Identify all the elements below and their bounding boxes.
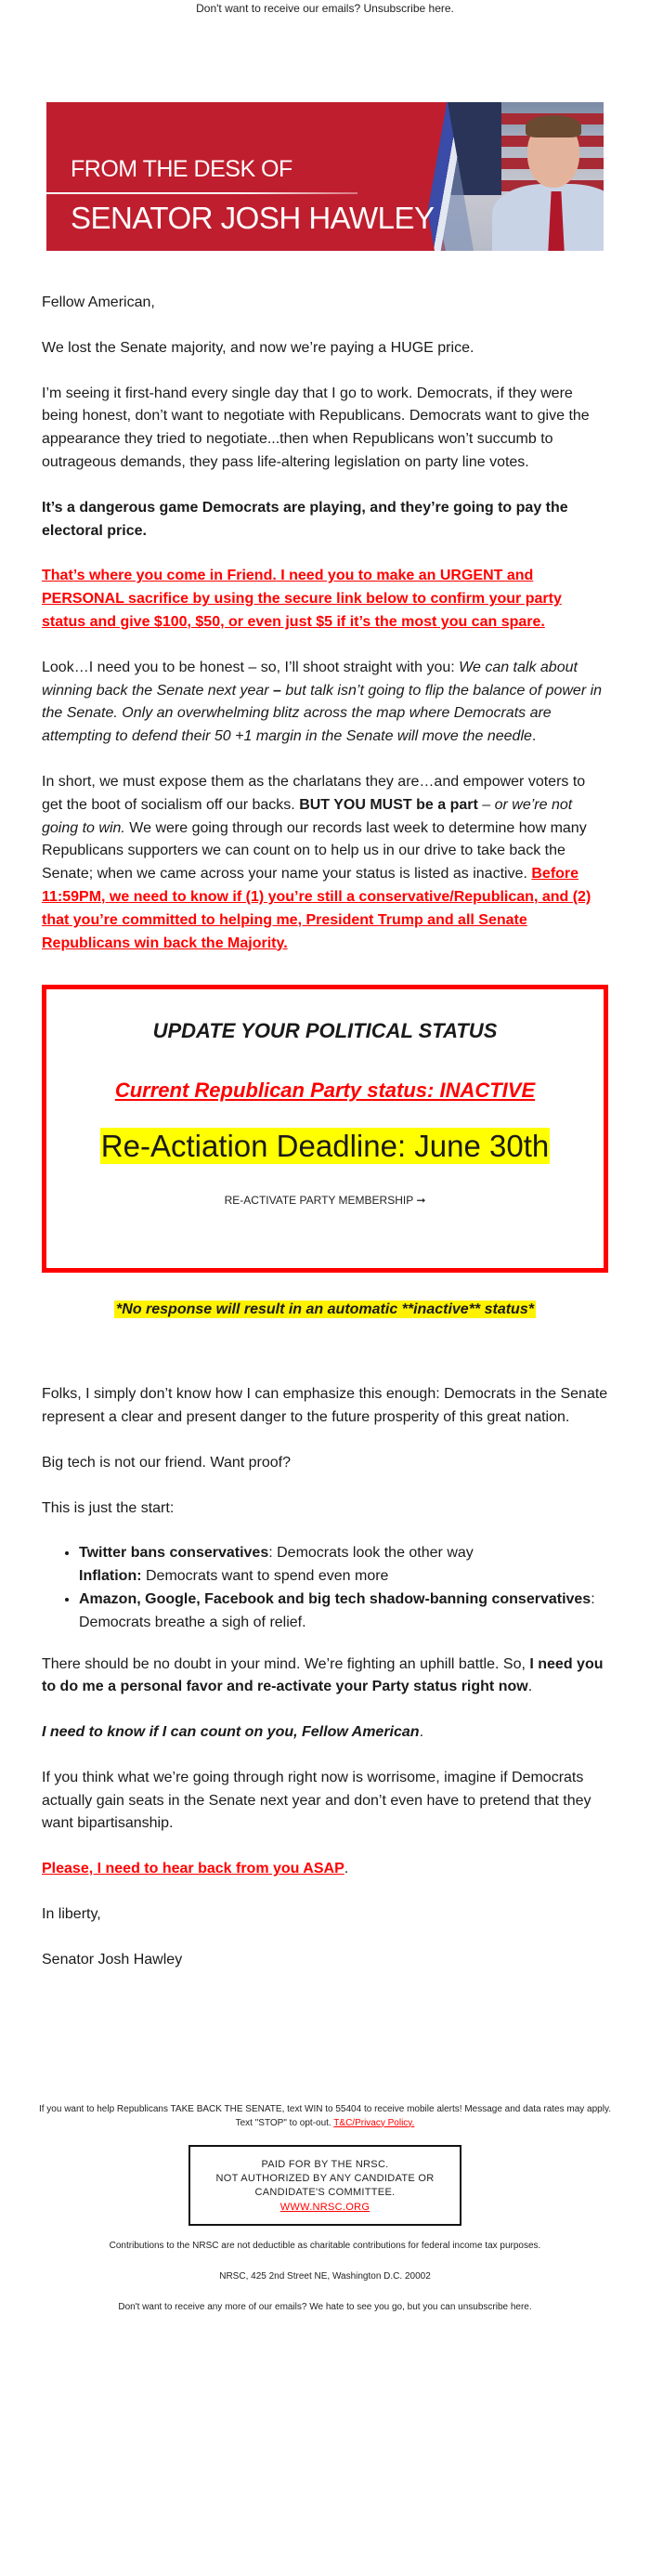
paragraph: We lost the Senate majority, and now we’… — [42, 339, 474, 356]
paragraph: I’m seeing it first-hand every single da… — [42, 385, 590, 470]
greeting: Fellow American, — [42, 294, 155, 310]
paragraph: In short, we must expose them as the cha… — [42, 771, 608, 955]
donate-link[interactable]: That’s where you come in Friend. I need … — [42, 568, 562, 630]
letter-body: Fellow American, We lost the Senate majo… — [0, 292, 650, 1972]
list-item: Twitter bans conservatives: Democrats lo… — [79, 1542, 608, 1589]
banner-line2: SENATOR JOSH HAWLEY — [71, 201, 435, 235]
paid-line: CANDIDATE'S COMMITTEE. — [254, 2187, 396, 2199]
paragraph: There should be no doubt in your mind. W… — [42, 1654, 608, 1700]
header-banner: FROM THE DESK OF SENATOR JOSH HAWLEY — [46, 102, 604, 251]
header-banner-wrap: FROM THE DESK OF SENATOR JOSH HAWLEY — [0, 102, 650, 251]
banner-line1: FROM THE DESK OF — [71, 156, 292, 182]
sms-text: If you want to help Republicans TAKE BAC… — [38, 2103, 612, 2128]
current-status-link[interactable]: Current Republican Party status: INACTIV… — [115, 1075, 535, 1106]
portrait-hair — [526, 115, 581, 137]
top-unsubscribe-link[interactable]: Don't want to receive our emails? Unsubs… — [196, 2, 454, 15]
bullet-bold: Inflation: — [79, 1568, 142, 1585]
status-heading: UPDATE YOUR POLITICAL STATUS — [152, 1019, 498, 1043]
privacy-link[interactable]: T&C/Privacy Policy. — [333, 2118, 414, 2128]
text: . — [531, 728, 537, 745]
status-box: UPDATE YOUR POLITICAL STATUS Current Rep… — [42, 985, 608, 1274]
paragraph-bold: It’s a dangerous game Democrats are play… — [42, 499, 568, 539]
text: . — [419, 1724, 424, 1741]
footer-unsubscribe: Don't want to receive any more of our em… — [0, 2300, 650, 2314]
bullet-bold: Twitter bans conservatives — [79, 1545, 269, 1562]
paragraph: If you think what we’re going through ri… — [42, 1769, 592, 1832]
banner-divider — [46, 192, 358, 194]
text-bold: BUT YOU MUST be a part — [299, 796, 478, 813]
closing: In liberty, — [42, 1906, 101, 1923]
text: There should be no doubt in your mind. W… — [42, 1655, 530, 1672]
address: NRSC, 425 2nd Street NE, Washington D.C.… — [219, 2271, 431, 2282]
paragraph: Big tech is not our friend. Want proof? — [42, 1454, 291, 1471]
deadline-highlight: Re-Actiation Deadline: June 30th — [99, 1127, 551, 1165]
top-unsubscribe: Don't want to receive our emails? Unsubs… — [0, 0, 650, 19]
paid-line: NOT AUTHORIZED BY ANY CANDIDATE OR — [215, 2173, 435, 2185]
paragraph-link: That’s where you come in Friend. I need … — [42, 565, 608, 634]
sms-note: If you want to help Republicans TAKE BAC… — [0, 2102, 650, 2130]
text: . — [527, 1679, 533, 1695]
list-item: Amazon, Google, Facebook and big tech sh… — [79, 1589, 608, 1635]
signature: Senator Josh Hawley — [42, 1951, 183, 1968]
bullet-list: Twitter bans conservatives: Democrats lo… — [42, 1542, 608, 1634]
footer-unsubscribe-link[interactable]: Don't want to receive any more of our em… — [118, 2302, 531, 2312]
bullet-text: : Democrats look the other way — [268, 1545, 474, 1562]
paragraph: This is just the start: — [42, 1499, 175, 1516]
paragraph: Look…I need you to be honest – so, I’ll … — [42, 657, 608, 749]
bullet-subline: Inflation: Democrats want to spend even … — [79, 1565, 608, 1589]
text-bold-italic: – — [273, 682, 281, 699]
text-bold-italic: I need to know if I can count on you, Fe… — [42, 1724, 420, 1741]
paragraph: Please, I need to hear back from you ASA… — [42, 1858, 608, 1881]
paid-for-box: PAID FOR BY THE NRSC. NOT AUTHORIZED BY … — [188, 2144, 462, 2227]
paragraph: I need to know if I can count on you, Fe… — [42, 1721, 608, 1745]
no-response-note: *No response will result in an automatic… — [42, 1299, 608, 1322]
paid-line: PAID FOR BY THE NRSC. — [261, 2158, 389, 2170]
paragraph: Folks, I simply don’t know how I can emp… — [42, 1386, 608, 1425]
bullet-bold: Amazon, Google, Facebook and big tech sh… — [79, 1590, 592, 1607]
portrait-shirt — [492, 184, 604, 251]
no-response-text: *No response will result in an automatic… — [114, 1301, 536, 1319]
text: Look…I need you to be honest – so, I’ll … — [42, 659, 460, 675]
bullet-text: Democrats want to spend even more — [141, 1568, 389, 1585]
hear-back-link[interactable]: Please, I need to hear back from you ASA… — [42, 1861, 344, 1876]
nrsc-link[interactable]: WWW.NRSC.ORG — [280, 2202, 370, 2213]
tax-note: Contributions to the NRSC are not deduct… — [109, 2241, 541, 2252]
reactivate-button[interactable]: RE-ACTIVATE PARTY MEMBERSHIP ➞ — [46, 1192, 604, 1210]
text: . — [344, 1861, 349, 1877]
footer: If you want to help Republicans TAKE BAC… — [0, 2102, 650, 2315]
